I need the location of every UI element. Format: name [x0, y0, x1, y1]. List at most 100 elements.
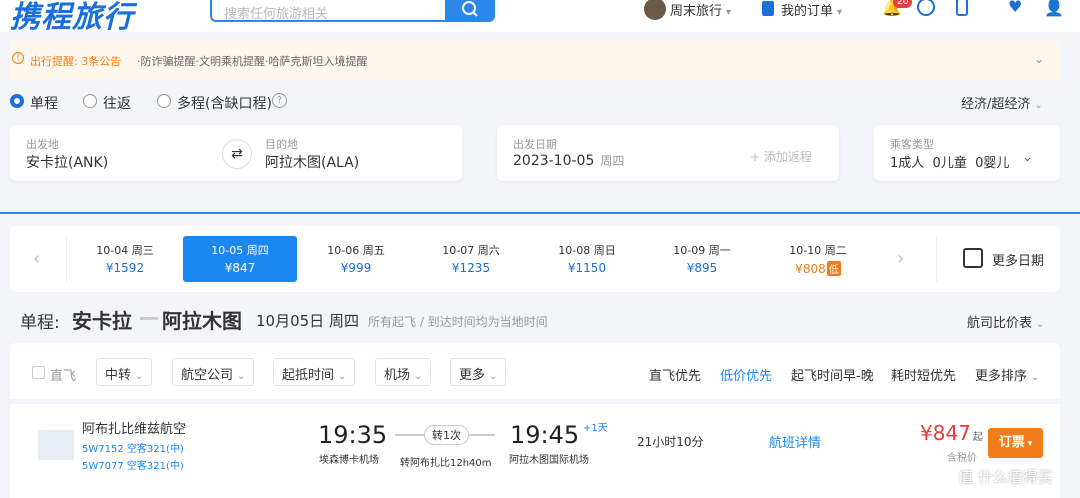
- date-day: 10-07: [442, 244, 475, 257]
- stops-badge[interactable]: 转1次: [424, 425, 469, 445]
- next-arrow-icon[interactable]: ›: [897, 248, 904, 269]
- date-item[interactable]: 10-07 周六 ¥1235: [414, 236, 528, 282]
- direct-checkbox[interactable]: [32, 366, 45, 379]
- flight-number-2[interactable]: 5W7077 空客321(中): [82, 457, 184, 472]
- price-suffix: 起: [972, 432, 983, 443]
- heart-icon[interactable]: ♥: [1008, 0, 1022, 16]
- departure-time: 19:35: [318, 421, 388, 449]
- divider: [66, 236, 67, 282]
- more-dates-button[interactable]: 更多日期: [992, 250, 1044, 269]
- date-price: ¥1592: [105, 261, 145, 275]
- date-weekday: 周日: [593, 244, 616, 257]
- chevron-down-icon: ⌄: [1036, 319, 1045, 330]
- sort-lowest-price[interactable]: 低价优先: [720, 365, 772, 384]
- pax-child: 0儿童: [932, 156, 967, 171]
- sort-shortest-duration[interactable]: 耗时短优先: [891, 365, 956, 384]
- date-weekday: 周三: [131, 244, 154, 257]
- to-input[interactable]: 阿拉木图(ALA): [265, 152, 359, 172]
- filter-airport[interactable]: 机场 ⌄: [375, 358, 432, 386]
- date-item[interactable]: 10-09 周一 ¥895: [645, 236, 759, 282]
- sort-label: 更多排序: [975, 369, 1028, 384]
- direct-label: 直飞: [50, 369, 77, 384]
- date-item[interactable]: 10-06 周五 ¥999: [299, 236, 413, 282]
- chevron-down-icon: ⌄: [489, 371, 498, 382]
- date-day: 10-04: [96, 244, 129, 257]
- date-weekday: 周四: [246, 244, 269, 257]
- warning-icon: !: [12, 52, 24, 64]
- date-label: 出发日期: [513, 138, 557, 151]
- orders-label: 我的订单: [781, 4, 834, 19]
- date-price: ¥808: [795, 262, 826, 276]
- sort-departure-time[interactable]: 起飞时间早-晚: [791, 365, 874, 384]
- calendar-icon[interactable]: [963, 248, 983, 268]
- price-value: ¥847: [920, 421, 971, 445]
- date-value: 2023-10-05: [513, 153, 595, 169]
- search-input[interactable]: 搜索任何旅游相关: [210, 0, 446, 22]
- compare-table-button[interactable]: 航司比价表 ⌄: [967, 312, 1044, 331]
- trip-oneway-label: 单程: [30, 96, 58, 112]
- date-item-selected[interactable]: 10-05 周四 ¥847: [183, 236, 297, 282]
- filter-more[interactable]: 更多 ⌄: [450, 358, 507, 386]
- date-price: ¥1150: [567, 261, 607, 275]
- date-day: 10-10: [789, 244, 822, 257]
- flight-details-link[interactable]: 航班详情: [769, 432, 821, 451]
- flight-price: ¥847 起: [920, 421, 983, 445]
- from-input[interactable]: 安卡拉(ANK): [26, 152, 108, 172]
- search-button[interactable]: [445, 0, 495, 22]
- airline-logo-icon: [38, 430, 74, 460]
- user-menu[interactable]: 周末旅行 ▾: [670, 0, 731, 19]
- orders-menu[interactable]: 我的订单 ▾: [781, 0, 842, 19]
- cabin-select[interactable]: 经济/超经济 ⌄: [961, 93, 1043, 112]
- sort-direct-first[interactable]: 直飞优先: [649, 365, 701, 384]
- trip-roundtrip-label: 往返: [103, 96, 131, 112]
- compare-label: 航司比价表: [967, 316, 1033, 331]
- order-icon: [762, 1, 774, 16]
- help-icon[interactable]: ?: [272, 93, 287, 108]
- arrival-airport: 阿拉木图国际机场: [509, 455, 589, 466]
- date-weekday: 周四: [600, 154, 625, 168]
- chevron-down-icon: ▾: [1027, 439, 1033, 449]
- add-return-button[interactable]: + 添加返程: [750, 148, 812, 165]
- swap-icon[interactable]: ⇄: [222, 139, 252, 169]
- date-day: 10-06: [327, 244, 360, 257]
- filter-airline[interactable]: 航空公司 ⌄: [172, 358, 255, 386]
- date-price: ¥847: [224, 261, 256, 275]
- flight-duration: 21小时10分: [637, 435, 704, 449]
- radio-multicity[interactable]: [157, 94, 171, 108]
- filter-time[interactable]: 起抵时间 ⌄: [273, 358, 356, 386]
- watermark: 值 什么值得买: [958, 468, 1053, 486]
- to-label: 目的地: [265, 138, 298, 151]
- arrival-day-offset: +1天: [583, 423, 608, 434]
- mobile-icon[interactable]: [956, 0, 968, 16]
- pax-adult: 1成人: [890, 156, 925, 171]
- radio-oneway[interactable]: [10, 94, 24, 108]
- date-item[interactable]: 10-04 周三 ¥1592: [68, 236, 182, 282]
- user-name: 周末旅行: [670, 4, 723, 19]
- date-item[interactable]: 10-08 周日 ¥1150: [530, 236, 644, 282]
- book-button[interactable]: 订票 ▾: [988, 428, 1043, 458]
- chevron-down-icon[interactable]: ⌄: [1022, 150, 1033, 165]
- pax-values: 1成人 0儿童 0婴儿: [890, 152, 1009, 171]
- airline-name: 阿布扎比维兹航空: [82, 422, 187, 437]
- date-item[interactable]: 10-10 周二 ¥808 低: [761, 236, 875, 282]
- cabin-label: 经济/超经济: [961, 97, 1031, 112]
- chevron-down-icon: ⌄: [135, 371, 144, 382]
- filter-label: 更多: [459, 368, 486, 383]
- date-day: 10-05: [211, 244, 244, 257]
- filter-transfer[interactable]: 中转 ⌄: [96, 358, 153, 386]
- route-arrow-icon: [140, 317, 158, 320]
- ctrip-logo[interactable]: 携程旅行: [10, 0, 134, 36]
- divider: [936, 236, 937, 282]
- date-weekday: 周五: [362, 244, 385, 257]
- flight-number-1[interactable]: 5W7152 空客321(中): [82, 440, 184, 455]
- chevron-down-icon: ⌄: [414, 371, 423, 382]
- chevron-down-icon: ⌄: [1034, 100, 1043, 111]
- user-icon[interactable]: 👤: [1044, 0, 1064, 17]
- arrival-time: 19:45: [510, 421, 580, 449]
- chevron-down-icon[interactable]: ⌄: [1034, 52, 1044, 66]
- radio-roundtrip[interactable]: [83, 94, 97, 108]
- date-input[interactable]: 2023-10-05 周四: [513, 152, 624, 169]
- sort-more[interactable]: 更多排序 ⌄: [975, 365, 1039, 384]
- prev-arrow-icon[interactable]: ‹: [33, 248, 40, 269]
- from-label: 出发地: [26, 138, 59, 151]
